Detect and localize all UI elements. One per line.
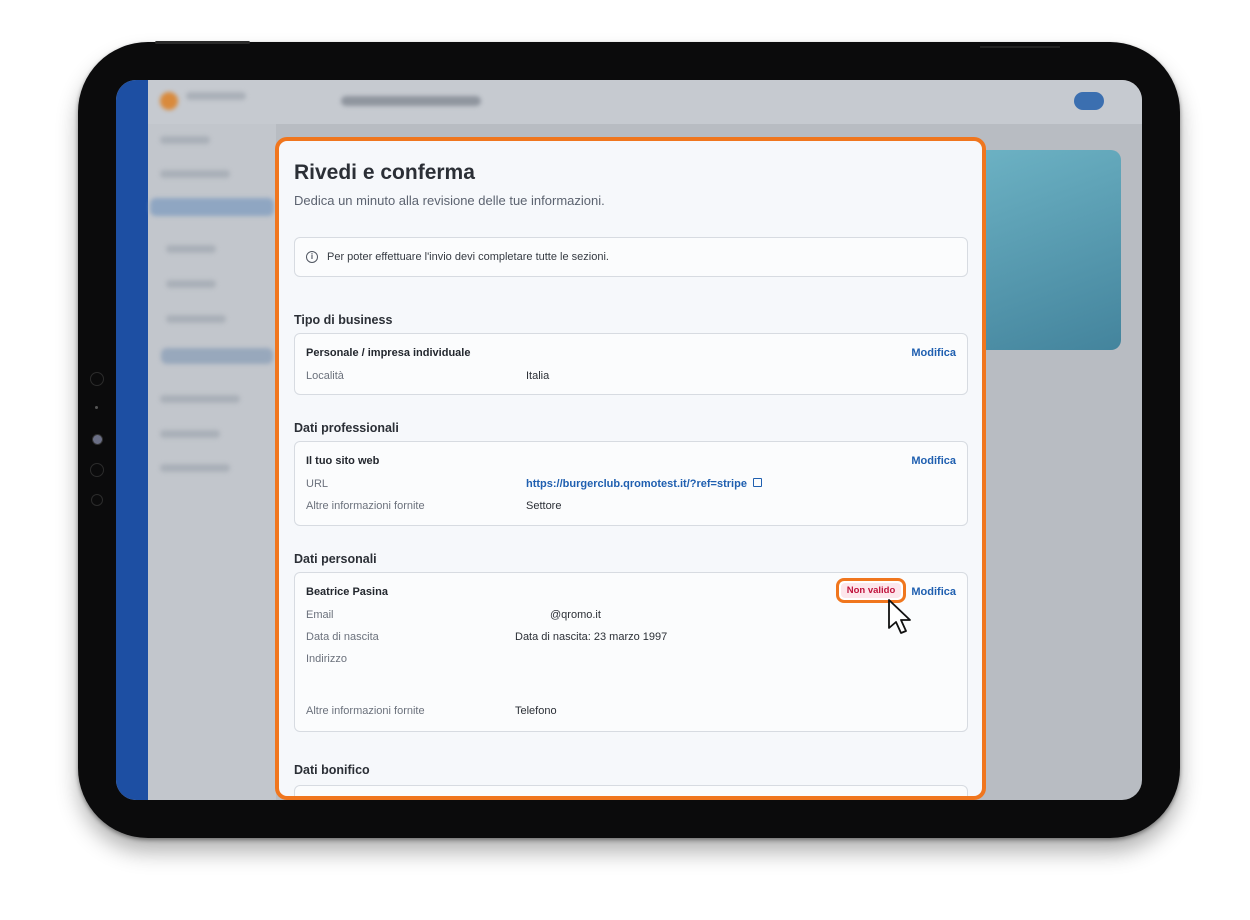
modal-subtitle: Dedica un minuto alla revisione delle tu…	[294, 193, 605, 208]
background-toggle	[1074, 92, 1104, 110]
field-value: Settore	[526, 500, 562, 512]
field-value: Telefono	[515, 705, 557, 717]
background-menu-item	[166, 280, 216, 288]
tablet-button	[980, 46, 1060, 48]
card-title: Personale / impresa individuale	[306, 347, 471, 359]
edit-professional-button[interactable]: Modifica	[911, 455, 956, 467]
background-menu-item	[160, 430, 220, 438]
edit-personal-button[interactable]: Modifica	[911, 586, 956, 598]
tablet-sensor	[90, 463, 104, 477]
review-confirm-modal: Rivedi e conferma Dedica un minuto alla …	[275, 137, 986, 800]
section-title-personal: Dati personali	[294, 552, 377, 566]
background-hero-card	[976, 150, 1121, 350]
notice-text: Per poter effettuare l'invio devi comple…	[327, 251, 609, 263]
info-circle-icon: i	[306, 251, 318, 263]
background-menu-item	[166, 245, 216, 253]
tablet-sensor	[95, 406, 98, 409]
tablet-button	[155, 41, 250, 44]
background-app-sidebar	[148, 80, 276, 800]
background-menu-item	[160, 170, 230, 178]
background-logo	[160, 92, 178, 110]
card-bank	[294, 785, 968, 796]
field-value: @qromo.it	[550, 609, 601, 621]
background-menu-item	[166, 315, 226, 323]
field-value: Italia	[526, 370, 550, 382]
card-business: Personale / impresa individuale Modifica…	[294, 333, 968, 395]
card-personal: Beatrice Pasina Non valido Modifica Emai…	[294, 572, 968, 732]
background-menu-item	[160, 464, 230, 472]
background-text	[341, 96, 481, 106]
field-label: Data di nascita	[306, 631, 379, 643]
card-title: Beatrice Pasina	[306, 586, 388, 598]
modal-title: Rivedi e conferma	[294, 161, 475, 184]
notice-box: i Per poter effettuare l'invio devi comp…	[294, 237, 968, 277]
edit-business-button[interactable]: Modifica	[911, 347, 956, 359]
section-title-professional: Dati professionali	[294, 421, 399, 435]
field-label: Altre informazioni fornite	[306, 705, 425, 717]
tablet-sensor	[91, 494, 103, 506]
background-menu-item	[161, 348, 273, 364]
mouse-pointer-icon	[888, 599, 911, 634]
invalid-status-badge: Non valido	[841, 583, 901, 598]
website-url-text[interactable]: https://burgerclub.qromotest.it/?ref=str…	[526, 478, 747, 490]
background-menu-item	[160, 136, 210, 144]
field-label: Email	[306, 609, 334, 621]
field-label: URL	[306, 478, 329, 490]
background-text	[186, 92, 246, 100]
tablet-camera	[90, 372, 104, 386]
field-label: Indirizzo	[306, 653, 347, 665]
background-app-rail	[116, 80, 148, 800]
card-title: Il tuo sito web	[306, 455, 380, 467]
section-title-bank: Dati bonifico	[294, 763, 370, 777]
external-link-icon	[752, 478, 762, 487]
section-title-business: Tipo di business	[294, 313, 393, 327]
background-app-topbar	[148, 80, 1142, 124]
website-url-link[interactable]: https://burgerclub.qromotest.it/?ref=str…	[526, 478, 762, 490]
card-professional: Il tuo sito web Modifica URL https://bur…	[294, 441, 968, 526]
tablet-camera-lens	[92, 434, 103, 445]
background-menu-item	[150, 198, 274, 216]
field-label: Località	[306, 370, 344, 382]
field-value: Data di nascita: 23 marzo 1997	[515, 631, 668, 643]
background-menu-item	[160, 395, 240, 403]
field-label: Altre informazioni fornite	[306, 500, 425, 512]
